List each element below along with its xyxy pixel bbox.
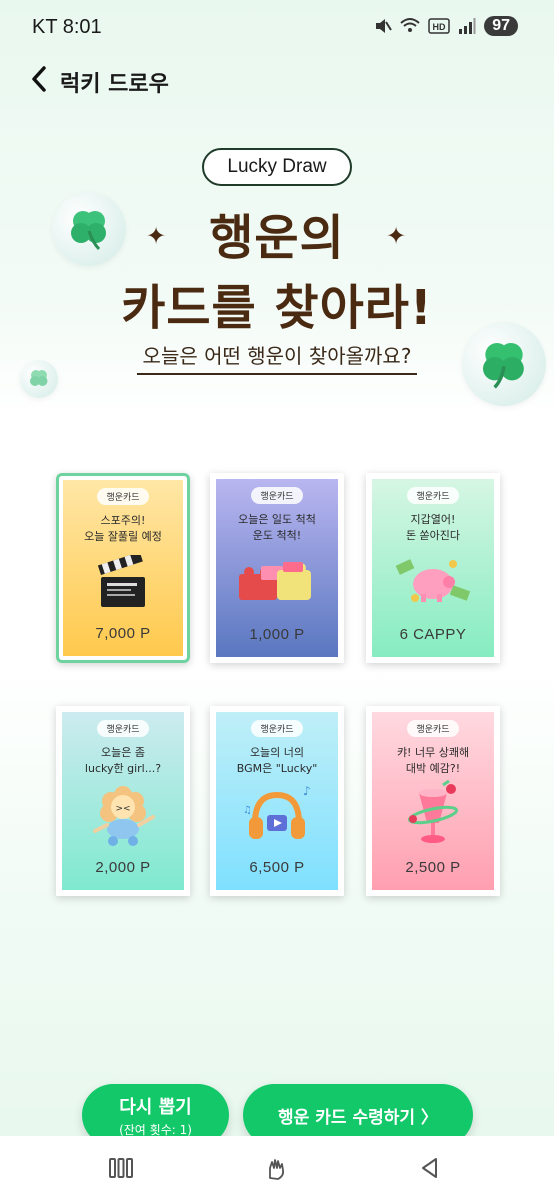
card-face: 행운카드 오늘의 너의 BGM은 "Lucky" ♪ ♫ 6,500 P xyxy=(216,712,338,890)
card-reward-value: 6 CAPPY xyxy=(399,626,467,643)
redraw-remaining: (잔여 횟수: 1) xyxy=(119,1122,192,1137)
lucky-card[interactable]: 행운카드캬! 너무 상쾌해 대박 예감?! 2,500 P xyxy=(366,706,500,896)
card-face: 행운카드지갑열어! 돈 쏟아진다 6 CAPPY xyxy=(372,479,494,657)
clover-icon xyxy=(483,343,524,389)
clapperboard-icon xyxy=(83,553,163,613)
clover-icon xyxy=(30,370,48,386)
hero-subtitle: 오늘은 어떤 행운이 찾아올까요? xyxy=(137,340,417,375)
svg-text:♫: ♫ xyxy=(243,805,252,816)
signal-icon xyxy=(459,18,476,34)
back-triangle-icon[interactable] xyxy=(418,1156,442,1180)
system-nav-bar xyxy=(0,1136,554,1200)
card-reward-value: 6,500 P xyxy=(249,859,305,876)
card-tag: 행운카드 xyxy=(407,720,459,737)
card-face: 행운카드오늘은 좀 lucky한 girl...? >< 2,000 P xyxy=(62,712,184,890)
card-tag: 행운카드 xyxy=(407,487,459,504)
svg-text:><: >< xyxy=(115,804,130,814)
card-tag: 행운카드 xyxy=(97,720,149,737)
status-bar: KT 8:01 HD 97 xyxy=(0,0,554,56)
blocks-icon xyxy=(237,552,317,612)
flower-character-icon: >< xyxy=(83,785,163,846)
status-icons: HD 97 xyxy=(374,16,518,36)
lucky-draw-pill: Lucky Draw xyxy=(202,148,352,186)
mute-icon xyxy=(376,19,393,33)
card-reward-value: 2,000 P xyxy=(95,859,151,876)
svg-text:♪: ♪ xyxy=(303,784,311,798)
card-tag: 행운카드 xyxy=(251,720,303,737)
hd-icon: HD xyxy=(428,18,450,34)
back-arrow-icon[interactable] xyxy=(26,64,56,94)
redraw-label: 다시 뽑기 xyxy=(119,1096,192,1118)
home-hand-icon[interactable] xyxy=(264,1156,290,1182)
card-reward-value: 7,000 P xyxy=(95,625,151,642)
clover-bubble-small xyxy=(20,360,58,398)
lucky-card[interactable]: 행운카드지갑열어! 돈 쏟아진다 6 CAPPY xyxy=(366,473,500,663)
card-message: 오늘은 일도 척척 운도 척척! xyxy=(238,513,316,542)
page-title: 럭키 드로우 xyxy=(60,72,169,97)
piggy-bank-icon xyxy=(393,552,473,612)
card-reward-value: 1,000 P xyxy=(249,626,305,643)
cocktail-icon xyxy=(393,779,473,845)
card-reward-value: 2,500 P xyxy=(405,859,461,876)
card-face: 행운카드스포주의! 오늘 잘풀릴 예정 7,000 P xyxy=(63,480,183,656)
hero-title-line1: 행운의 xyxy=(209,210,345,266)
card-face: 행운카드오늘은 일도 척척 운도 척척! 1,000 P xyxy=(216,479,338,657)
headphones-icon: ♪ ♫ xyxy=(237,784,317,845)
card-message: 스포주의! 오늘 잘풀릴 예정 xyxy=(84,514,162,543)
card-message: 지갑열어! 돈 쏟아진다 xyxy=(405,513,461,542)
status-time: KT 8:01 xyxy=(32,16,102,38)
app-header: 럭키 드로우 xyxy=(0,56,554,106)
recent-apps-icon[interactable] xyxy=(108,1156,134,1180)
svg-text:HD: HD xyxy=(433,22,446,32)
card-message: 오늘의 너의 BGM은 "Lucky" xyxy=(236,746,318,775)
lucky-card[interactable]: 행운카드오늘은 좀 lucky한 girl...? >< 2,000 P xyxy=(56,706,190,896)
lucky-card[interactable]: 행운카드 오늘의 너의 BGM은 "Lucky" ♪ ♫ 6,500 P xyxy=(210,706,344,896)
card-tag: 행운카드 xyxy=(97,488,149,505)
card-face: 행운카드캬! 너무 상쾌해 대박 예감?! 2,500 P xyxy=(372,712,494,890)
lucky-card[interactable]: 행운카드스포주의! 오늘 잘풀릴 예정 7,000 P xyxy=(56,473,190,663)
lucky-card[interactable]: 행운카드오늘은 일도 척척 운도 척척! 1,000 P xyxy=(210,473,344,663)
battery-badge: 97 xyxy=(484,16,518,36)
receive-label: 행운 카드 수령하기 〉 xyxy=(278,1107,438,1128)
card-message: 캬! 너무 상쾌해 대박 예감?! xyxy=(396,746,470,775)
card-message: 오늘은 좀 lucky한 girl...? xyxy=(84,746,162,775)
card-tag: 행운카드 xyxy=(251,487,303,504)
hero-title-line2: 카드를 찾아라! xyxy=(121,280,433,336)
wifi-icon xyxy=(400,18,420,32)
